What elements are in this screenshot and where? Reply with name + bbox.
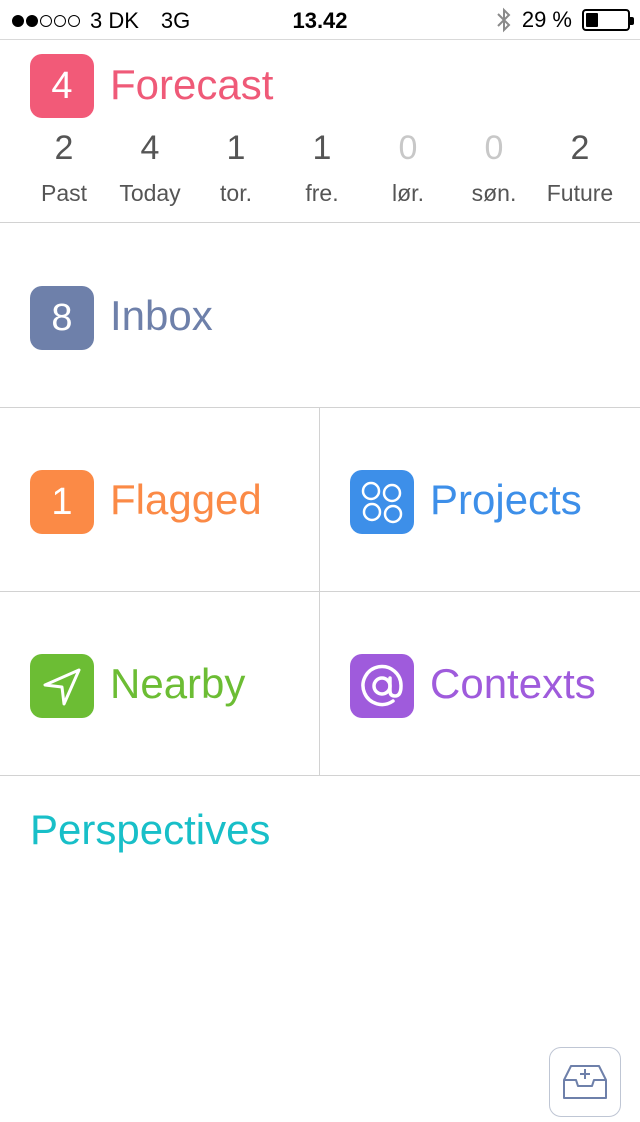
location-arrow-icon [30, 654, 94, 718]
inbox-title: Inbox [110, 292, 213, 339]
at-sign-icon [350, 654, 414, 718]
day-count: 4 [140, 129, 160, 167]
flagged-title: Flagged [110, 476, 262, 523]
day-count: 2 [570, 129, 590, 167]
bluetooth-icon [497, 7, 511, 33]
projects-circles-icon [350, 470, 414, 534]
battery-icon [582, 9, 634, 31]
perspectives-section[interactable]: Perspectives [30, 806, 270, 854]
forecast-day-sunday[interactable]: 0 søn. [452, 129, 536, 207]
nearby-title: Nearby [110, 660, 246, 707]
forecast-title: Forecast [110, 61, 274, 108]
grid-row-1: 1 Flagged Projects [0, 408, 640, 592]
day-label: fre. [305, 180, 339, 206]
day-label: søn. [471, 180, 517, 206]
status-bar: 3 DK 3G 13.42 29 % [0, 0, 640, 40]
inbox-count-badge: 8 [30, 286, 94, 350]
day-count: 1 [312, 129, 332, 167]
forecast-day-friday[interactable]: 1 fre. [280, 129, 364, 207]
day-count: 0 [398, 129, 418, 167]
day-label: Past [40, 180, 88, 206]
forecast-count-badge: 4 [30, 54, 94, 118]
forecast-day-future[interactable]: 2 Future [538, 129, 622, 207]
battery-percent: 29 % [521, 7, 572, 32]
forecast-day-saturday[interactable]: 0 lør. [366, 129, 450, 207]
forecast-day-thursday[interactable]: 1 tor. [194, 129, 278, 207]
nearby-cell[interactable]: Nearby [0, 592, 320, 775]
day-count: 1 [226, 129, 246, 167]
inbox-add-icon [563, 1065, 607, 1099]
contexts-cell[interactable]: Contexts [320, 592, 640, 775]
inbox-section[interactable]: 8 Inbox [0, 224, 640, 408]
projects-title: Projects [430, 476, 582, 523]
battery-level [586, 13, 598, 27]
day-count: 2 [54, 129, 74, 167]
forecast-days: 2 Past 4 Today 1 tor. 1 fre. 0 lør. 0 sø… [22, 129, 622, 207]
day-count: 0 [484, 129, 504, 167]
flagged-count-badge: 1 [30, 470, 94, 534]
day-label: Today [119, 180, 181, 206]
grid-row-2: Nearby Contexts [0, 592, 640, 776]
flagged-cell[interactable]: 1 Flagged [0, 408, 320, 591]
day-label: lør. [392, 180, 424, 206]
projects-cell[interactable]: Projects [320, 408, 640, 591]
forecast-section[interactable]: 4 Forecast 2 Past 4 Today 1 tor. 1 fre. … [0, 41, 640, 223]
contexts-title: Contexts [430, 660, 596, 707]
forecast-day-past[interactable]: 2 Past [22, 129, 106, 207]
day-label: tor. [220, 180, 252, 206]
forecast-day-today[interactable]: 4 Today [108, 129, 192, 207]
day-label: Future [546, 180, 614, 206]
status-right: 29 % [496, 7, 634, 33]
quick-entry-button[interactable] [549, 1047, 621, 1117]
